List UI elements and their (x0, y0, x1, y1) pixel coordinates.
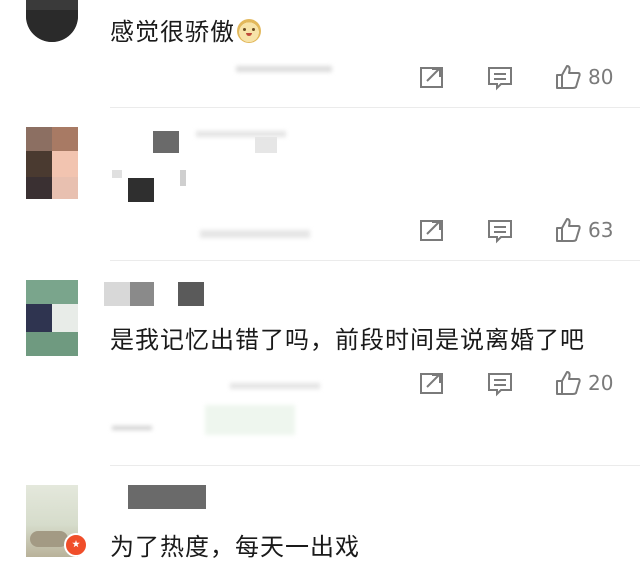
share-icon (420, 373, 443, 394)
like-button[interactable]: 80 (554, 61, 613, 93)
doge-emoji-icon (237, 19, 261, 43)
like-button[interactable]: 63 (554, 214, 613, 246)
reply-button[interactable] (486, 214, 514, 246)
username-redacted[interactable] (104, 282, 130, 306)
username-redacted (255, 137, 277, 153)
thumbs-up-icon (556, 218, 581, 242)
blurred-meta (112, 426, 152, 430)
share-button[interactable] (418, 214, 446, 246)
username-redacted[interactable] (153, 131, 179, 153)
avatar[interactable] (26, 0, 78, 42)
like-count: 63 (588, 218, 614, 242)
comment-redacted (180, 170, 186, 186)
thumbs-up-icon (556, 65, 581, 89)
divider (110, 107, 640, 108)
blurred-text (196, 131, 286, 137)
like-button[interactable]: 20 (554, 367, 613, 399)
comment-icon (488, 67, 512, 91)
thumbs-up-icon (556, 371, 581, 395)
comment-icon (488, 373, 512, 397)
blurred-meta (236, 66, 332, 72)
action-bar: 80 (418, 61, 628, 93)
share-button[interactable] (418, 61, 446, 93)
share-icon (420, 67, 443, 88)
comment-text: 感觉很骄傲 (110, 12, 261, 47)
avatar[interactable] (26, 127, 78, 199)
username-redacted (178, 282, 204, 306)
comment-redacted (128, 178, 154, 202)
action-bar: 20 (418, 367, 628, 399)
verified-badge-icon (64, 533, 88, 557)
divider (110, 260, 640, 261)
comment-icon (488, 220, 512, 244)
blurred-meta (200, 230, 310, 238)
action-bar: 63 (418, 214, 628, 246)
username-redacted (130, 282, 154, 306)
avatar[interactable] (26, 280, 78, 356)
divider (110, 465, 640, 466)
blurred-meta (205, 405, 295, 435)
blurred-meta (230, 383, 320, 389)
like-count: 20 (588, 371, 614, 395)
like-count: 80 (588, 65, 614, 89)
comment-redacted (112, 170, 122, 178)
share-icon (420, 220, 443, 241)
username-redacted[interactable] (128, 485, 206, 509)
share-button[interactable] (418, 367, 446, 399)
reply-button[interactable] (486, 367, 514, 399)
reply-button[interactable] (486, 61, 514, 93)
comment-text: 为了热度，每天一出戏 (110, 533, 360, 561)
comment-text: 是我记忆出错了吗，前段时间是说离婚了吧 (110, 326, 585, 354)
